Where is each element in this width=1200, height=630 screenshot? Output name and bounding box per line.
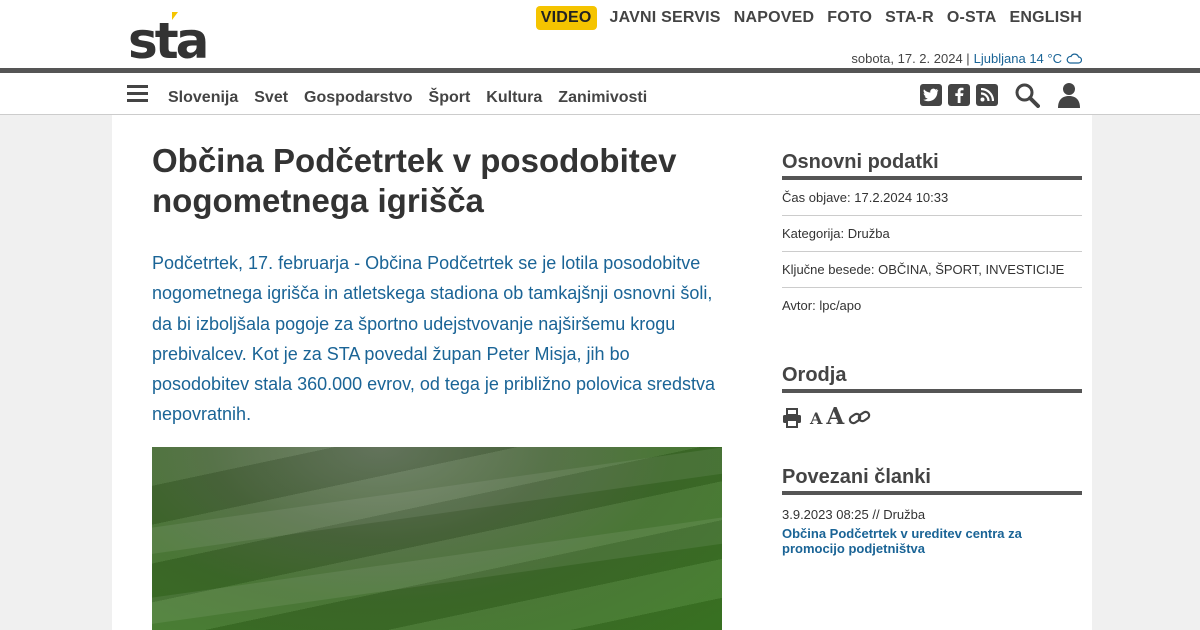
search-icon[interactable] [1014,82,1040,108]
cloud-icon [1066,53,1082,64]
top-nav-sta-r[interactable]: STA-R [885,9,934,27]
main-nav: Slovenija Svet Gospodarstvo Šport Kultur… [0,73,1200,115]
top-nav-o-sta[interactable]: O-STA [947,9,997,27]
top-nav-napoved[interactable]: NAPOVED [734,9,815,27]
nav-slovenija[interactable]: Slovenija [168,89,238,107]
related-title: Povezani članki [782,466,1082,495]
nav-sport[interactable]: Šport [429,89,471,107]
menu-icon[interactable] [127,85,148,103]
nav-gospodarstvo[interactable]: Gospodarstvo [304,89,412,107]
tools-title: Orodja [782,364,1082,393]
related-link[interactable]: Občina Podčetrtek v ureditev centra za p… [782,526,1042,556]
category-nav: Slovenija Svet Gospodarstvo Šport Kultur… [168,89,647,107]
weather-link[interactable]: Ljubljana 14 °C [974,51,1062,66]
article-image[interactable] [152,447,722,630]
article-container: Občina Podčetrtek v posodobitev nogometn… [112,115,1092,630]
article-lead: Podčetrtek, 17. februarja - Občina Podče… [152,253,716,425]
print-icon[interactable] [782,408,802,428]
sidebar: Osnovni podatki Čas objave: 17.2.2024 10… [782,151,1082,556]
rss-icon[interactable] [976,84,998,106]
related-meta: 3.9.2023 08:25 // Družba [782,507,926,522]
related-item: 3.9.2023 08:25 // Družba Občina Podčetrt… [782,507,1082,556]
logo-text: sta [128,12,206,62]
font-decrease-button[interactable]: A [810,410,822,428]
top-nav: VIDEO JAVNI SERVIS NAPOVED FOTO STA-R O-… [535,6,1082,30]
top-nav-foto[interactable]: FOTO [827,9,872,27]
top-nav-video[interactable]: VIDEO [535,6,597,30]
facebook-icon[interactable] [948,84,970,106]
article-title: Občina Podčetrtek v posodobitev nogometn… [152,142,677,219]
link-icon[interactable] [848,408,872,428]
basic-info-list: Čas objave: 17.2.2024 10:33 Kategorija: … [782,180,1082,324]
nav-zanimivosti[interactable]: Zanimivosti [558,89,647,107]
author-info: Avtor: lpc/apo [782,298,862,313]
top-nav-javni-servis[interactable]: JAVNI SERVIS [610,9,721,27]
social-links [920,82,1082,108]
current-date: sobota, 17. 2. 2024 | [851,51,970,66]
category-info[interactable]: Kategorija: Družba [782,216,1082,252]
nav-svet[interactable]: Svet [254,89,288,107]
font-increase-button[interactable]: A [826,405,844,428]
tools-row: A A [782,404,1082,428]
dateline: sobota, 17. 2. 2024 | Ljubljana 14 °C [851,51,1082,66]
basic-info-title: Osnovni podatki [782,151,1082,180]
sta-logo[interactable]: sta [128,10,218,62]
keywords-info[interactable]: Ključne besede: OBČINA, ŠPORT, INVESTICI… [782,252,1082,288]
nav-kultura[interactable]: Kultura [486,89,542,107]
top-bar: sta VIDEO JAVNI SERVIS NAPOVED FOTO STA-… [0,0,1200,68]
user-icon[interactable] [1056,82,1082,108]
top-nav-english[interactable]: ENGLISH [1009,9,1082,27]
published-time: Čas objave: 17.2.2024 10:33 [782,180,1082,216]
twitter-icon[interactable] [920,84,942,106]
